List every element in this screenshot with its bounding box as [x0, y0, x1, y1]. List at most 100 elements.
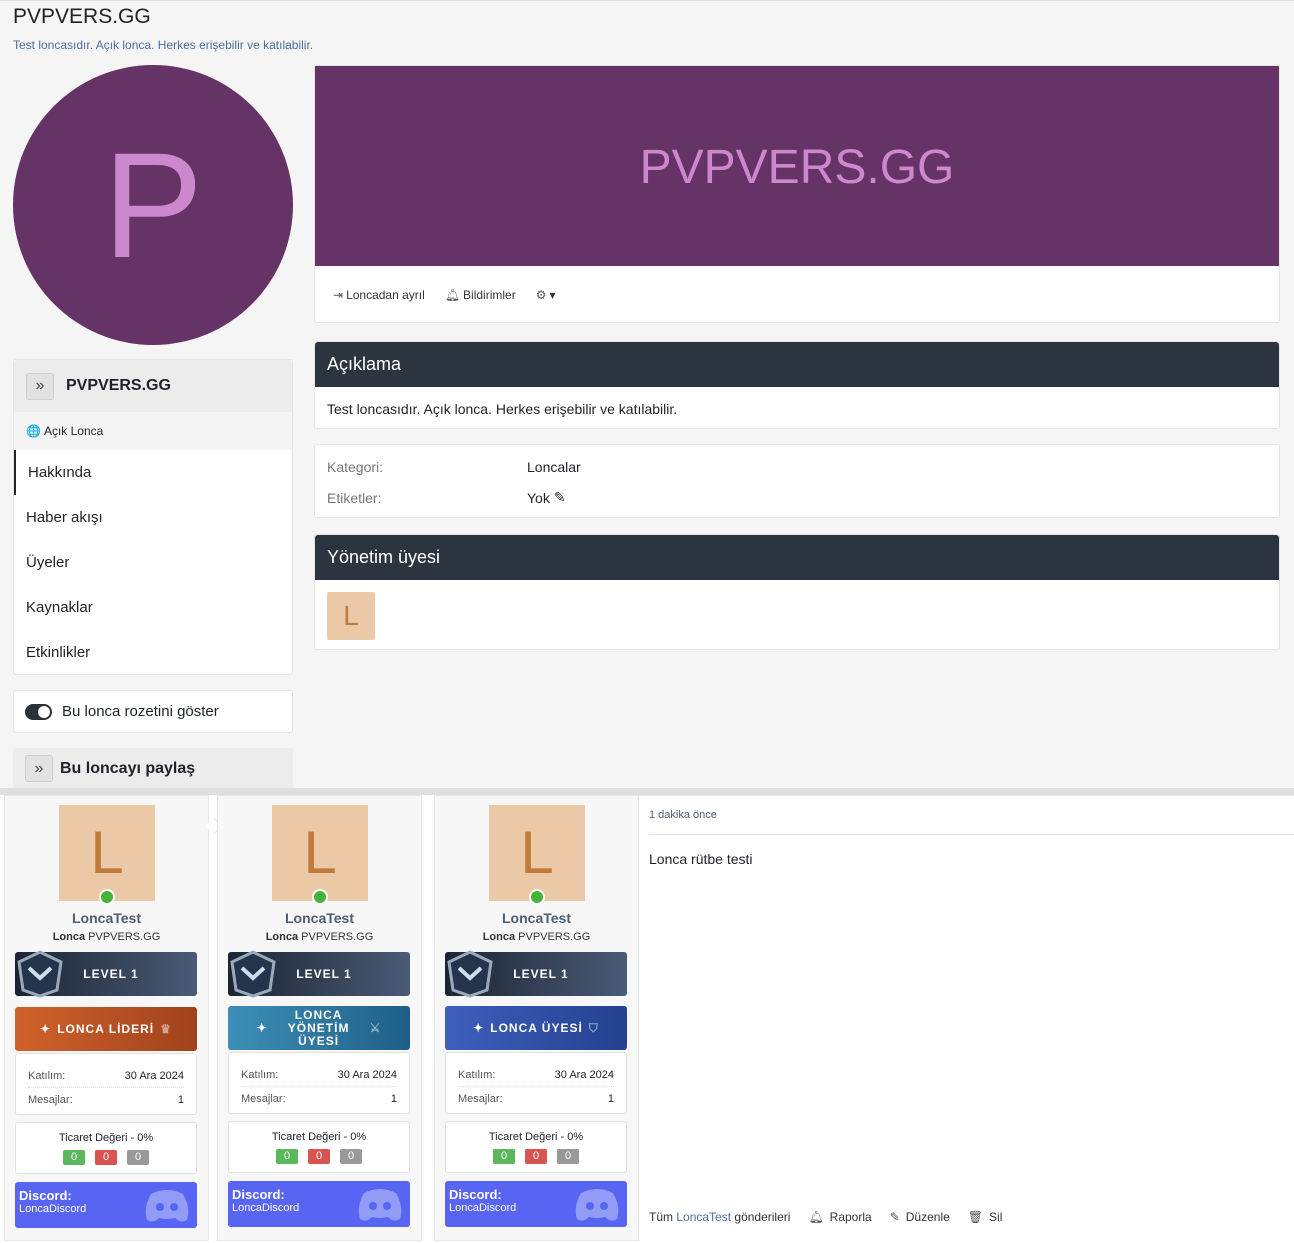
rank-label: LONCA ÜYESİ [490, 1020, 583, 1035]
post-area: L LoncaTest Lonca PVPVERS.GG LEVEL 1 ✦ L… [0, 795, 1294, 1243]
badge-toggle-row: Bu lonca rozetini göster [13, 690, 293, 733]
guild-sidebar: » PVPVERS.GG 🌐 Açık Lonca Hakkında Haber… [13, 359, 293, 675]
discord-value: LoncaDiscord [449, 1202, 517, 1214]
user-name[interactable]: LoncaTest [435, 910, 638, 926]
discord-box[interactable]: Discord: LoncaDiscord [228, 1181, 410, 1227]
tags-label: Etiketler: [327, 489, 382, 506]
edit-label: Düzenle [905, 1210, 950, 1224]
page-subtitle: Test loncasıdır. Açık lonca. Herkes eriş… [13, 38, 314, 52]
user-avatar[interactable]: L [272, 805, 368, 901]
online-status-icon [312, 889, 328, 905]
description-text: Test loncasıdır. Açık lonca. Herkes eriş… [327, 401, 678, 417]
user-card: L LoncaTest Lonca PVPVERS.GG LEVEL 1 ✦ L… [4, 795, 223, 1241]
collapse-button[interactable]: » [26, 372, 54, 400]
trade-label: Ticaret Değeri - 0% [271, 1131, 367, 1143]
admins-card: Yönetim üyesi L [314, 534, 1280, 650]
neutral-count: 0 [557, 1149, 579, 1164]
guild-banner: PVPVERS.GG [315, 66, 1279, 266]
rank-banner: ✦ LONCA LİDERİ ♛ [15, 1007, 197, 1051]
chevron-rank-emblem-icon [230, 950, 276, 998]
tags-value: Yok [527, 489, 550, 506]
discord-value: LoncaDiscord [19, 1203, 87, 1215]
all-posts-suffix: gönderileri [734, 1210, 791, 1224]
user-guild-name: PVPVERS.GG [301, 931, 374, 943]
discord-icon [575, 1189, 619, 1221]
gear-icon: ⚙ [535, 288, 547, 302]
guild-page: PVPVERS.GG Test loncasıdır. Açık lonca. … [0, 0, 1294, 789]
trade-value: Ticaret Değeri - 0% 0 0 0 [15, 1122, 197, 1174]
axe-icon: ⚔ [369, 1020, 382, 1035]
globe-icon: 🌐 [26, 424, 41, 438]
trade-value: Ticaret Değeri - 0% 0 0 0 [228, 1121, 410, 1173]
level-label: LEVEL 1 [513, 966, 569, 981]
notifications-label: Bildirimler [463, 288, 516, 302]
join-row: Katılım: 30 Ara 2024 [28, 1064, 184, 1088]
crown-icon: ♛ [160, 1021, 172, 1036]
visibility-label: Açık Lonca [43, 424, 104, 438]
negative-count: 0 [95, 1150, 117, 1165]
caret-down-icon: ▾ [549, 288, 556, 302]
user-name[interactable]: LoncaTest [5, 910, 208, 926]
settings-dropdown[interactable]: ⚙ ▾ [536, 288, 556, 302]
user-stats: Katılım: 30 Ara 2024 Mesajlar: 1 [228, 1052, 410, 1114]
edit-button[interactable]: ✎ Düzenle [890, 1210, 950, 1224]
description-title: Açıklama [315, 342, 1279, 387]
section-divider [0, 788, 1294, 795]
discord-box[interactable]: Discord: LoncaDiscord [15, 1182, 197, 1228]
user-name[interactable]: LoncaTest [218, 910, 421, 926]
category-label: Kategori: [327, 458, 384, 475]
join-label: Katılım: [458, 1068, 496, 1081]
trade-pills: 0 0 0 [446, 1149, 626, 1164]
rank-label: LONCA LİDERİ [57, 1021, 155, 1036]
sidebar-item-members[interactable]: Üyeler [14, 540, 292, 585]
post-footer: Tüm LoncaTest gönderileri 🔔︎ Raporla ✎ Düz… [649, 1210, 1020, 1224]
negative-count: 0 [525, 1149, 547, 1164]
category-value[interactable]: Loncalar [527, 459, 581, 475]
join-label: Katılım: [241, 1068, 279, 1081]
level-banner: LEVEL 1 [15, 950, 197, 998]
discord-box[interactable]: Discord: LoncaDiscord [445, 1181, 627, 1227]
neutral-count: 0 [340, 1149, 362, 1164]
join-date: 30 Ara 2024 [124, 1069, 184, 1082]
all-posts-link[interactable]: Tüm LoncaTest gönderileri [649, 1210, 790, 1224]
delete-label: Sil [989, 1210, 1003, 1224]
positive-count: 0 [276, 1149, 298, 1164]
sidebar-item-feed[interactable]: Haber akışı [14, 495, 292, 540]
level-banner: LEVEL 1 [445, 950, 627, 998]
badge-toggle[interactable] [25, 703, 52, 720]
trade-pills: 0 0 0 [16, 1150, 196, 1165]
pencil-icon[interactable]: ✎ [554, 489, 566, 506]
badge-toggle-label: Bu lonca rozetini göster [62, 703, 219, 720]
user-guild: Lonca PVPVERS.GG [435, 931, 638, 943]
notifications-button[interactable]: 🔔︎ Bildirimler [445, 288, 516, 302]
report-button[interactable]: 🔔︎ Raporla [808, 1210, 871, 1224]
all-posts-prefix: Tüm [649, 1210, 673, 1224]
join-date: 30 Ara 2024 [337, 1068, 397, 1081]
user-card: L LoncaTest Lonca PVPVERS.GG LEVEL 1 ✦ L… [217, 795, 422, 1241]
sign-out-icon: ⇥ [333, 288, 344, 302]
trash-icon: 🗑︎ [967, 1210, 984, 1224]
negative-count: 0 [308, 1149, 330, 1164]
user-avatar[interactable]: L [59, 805, 155, 901]
user-guild-prefix: Lonca [265, 931, 299, 943]
page-title: PVPVERS.GG [13, 5, 151, 28]
sidebar-item-resources[interactable]: Kaynaklar [14, 585, 292, 630]
user-avatar[interactable]: L [489, 805, 585, 901]
join-date: 30 Ara 2024 [554, 1068, 614, 1081]
delete-button[interactable]: 🗑︎ Sil [968, 1210, 1003, 1224]
post-timestamp[interactable]: 1 dakika önce [649, 809, 717, 821]
share-collapse-button[interactable]: » [25, 755, 53, 782]
admin-avatar[interactable]: L [327, 592, 375, 640]
level-banner: LEVEL 1 [228, 950, 410, 998]
trade-label: Ticaret Değeri - 0% [488, 1131, 584, 1143]
leave-guild-button[interactable]: ⇥ Loncadan ayrıl [333, 288, 425, 302]
join-label: Katılım: [28, 1069, 66, 1082]
description-card: Açıklama Test loncasıdır. Açık lonca. He… [314, 341, 1280, 429]
trade-label: Ticaret Değeri - 0% [58, 1132, 154, 1144]
pencil-icon: ✎ [889, 1210, 900, 1224]
sidebar-item-about[interactable]: Hakkında [14, 450, 292, 495]
messages-count: 1 [177, 1094, 184, 1106]
category-row: Kategori: Loncalar [327, 451, 1267, 482]
sidebar-item-events[interactable]: Etkinlikler [14, 630, 292, 675]
guild-actions: ⇥ Loncadan ayrıl 🔔︎ Bildirimler ⚙ ▾ [315, 266, 1279, 324]
